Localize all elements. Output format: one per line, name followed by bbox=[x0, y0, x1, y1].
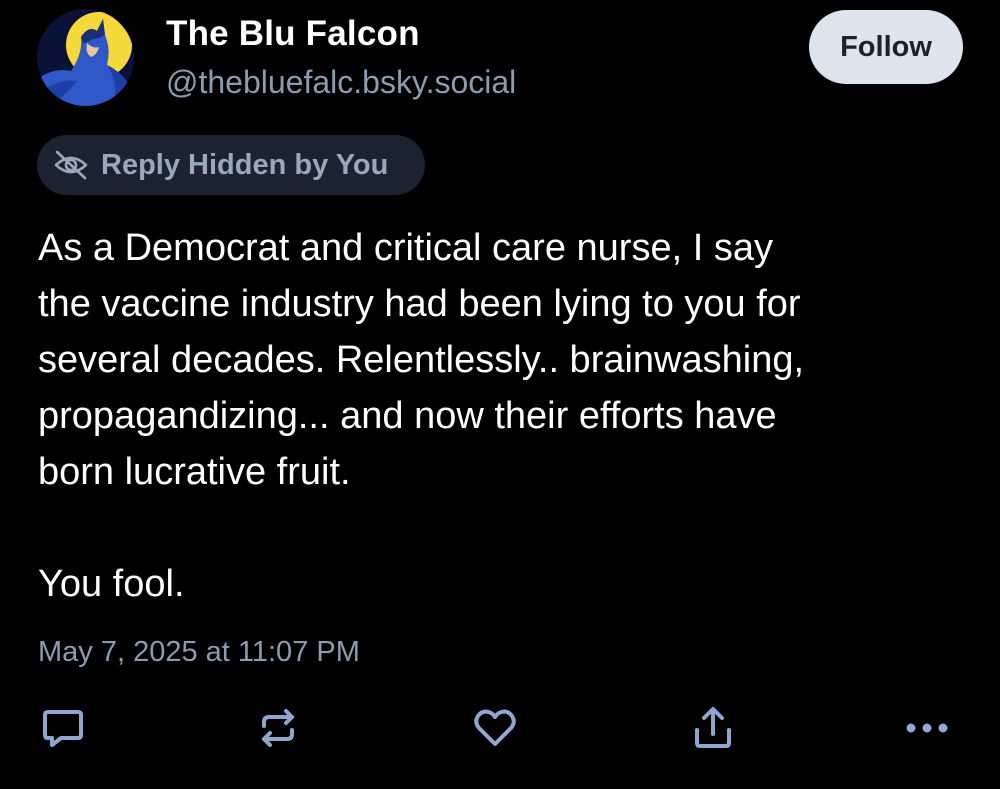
avatar[interactable] bbox=[37, 9, 134, 106]
post-text: As a Democrat and critical care nurse, I… bbox=[38, 220, 978, 612]
follow-button[interactable]: Follow bbox=[809, 10, 963, 84]
share-button[interactable] bbox=[685, 702, 741, 758]
reply-hidden-label: Reply Hidden by You bbox=[101, 148, 389, 181]
author-handle[interactable]: @thebluefalc.bsky.social bbox=[166, 64, 516, 101]
repost-arrows-icon bbox=[254, 704, 302, 757]
heart-icon bbox=[471, 704, 519, 757]
share-upload-icon bbox=[689, 704, 737, 757]
avatar-image bbox=[37, 9, 134, 106]
like-button[interactable] bbox=[467, 702, 523, 758]
more-options-button[interactable] bbox=[899, 702, 955, 758]
post-paragraph: As a Democrat and critical care nurse, I… bbox=[38, 227, 805, 493]
ellipsis-icon bbox=[901, 718, 953, 743]
post-thread-item: The Blu Falcon @thebluefalc.bsky.social … bbox=[0, 0, 1000, 789]
post-paragraph: You fool. bbox=[38, 563, 185, 605]
repost-button[interactable] bbox=[250, 702, 306, 758]
post-timestamp[interactable]: May 7, 2025 at 11:07 PM bbox=[38, 636, 360, 669]
eye-slash-icon bbox=[51, 149, 91, 181]
speech-bubble-icon bbox=[39, 704, 87, 757]
reply-hidden-badge[interactable]: Reply Hidden by You bbox=[37, 135, 425, 195]
author-display-name[interactable]: The Blu Falcon bbox=[166, 14, 420, 54]
reply-button[interactable] bbox=[35, 702, 91, 758]
